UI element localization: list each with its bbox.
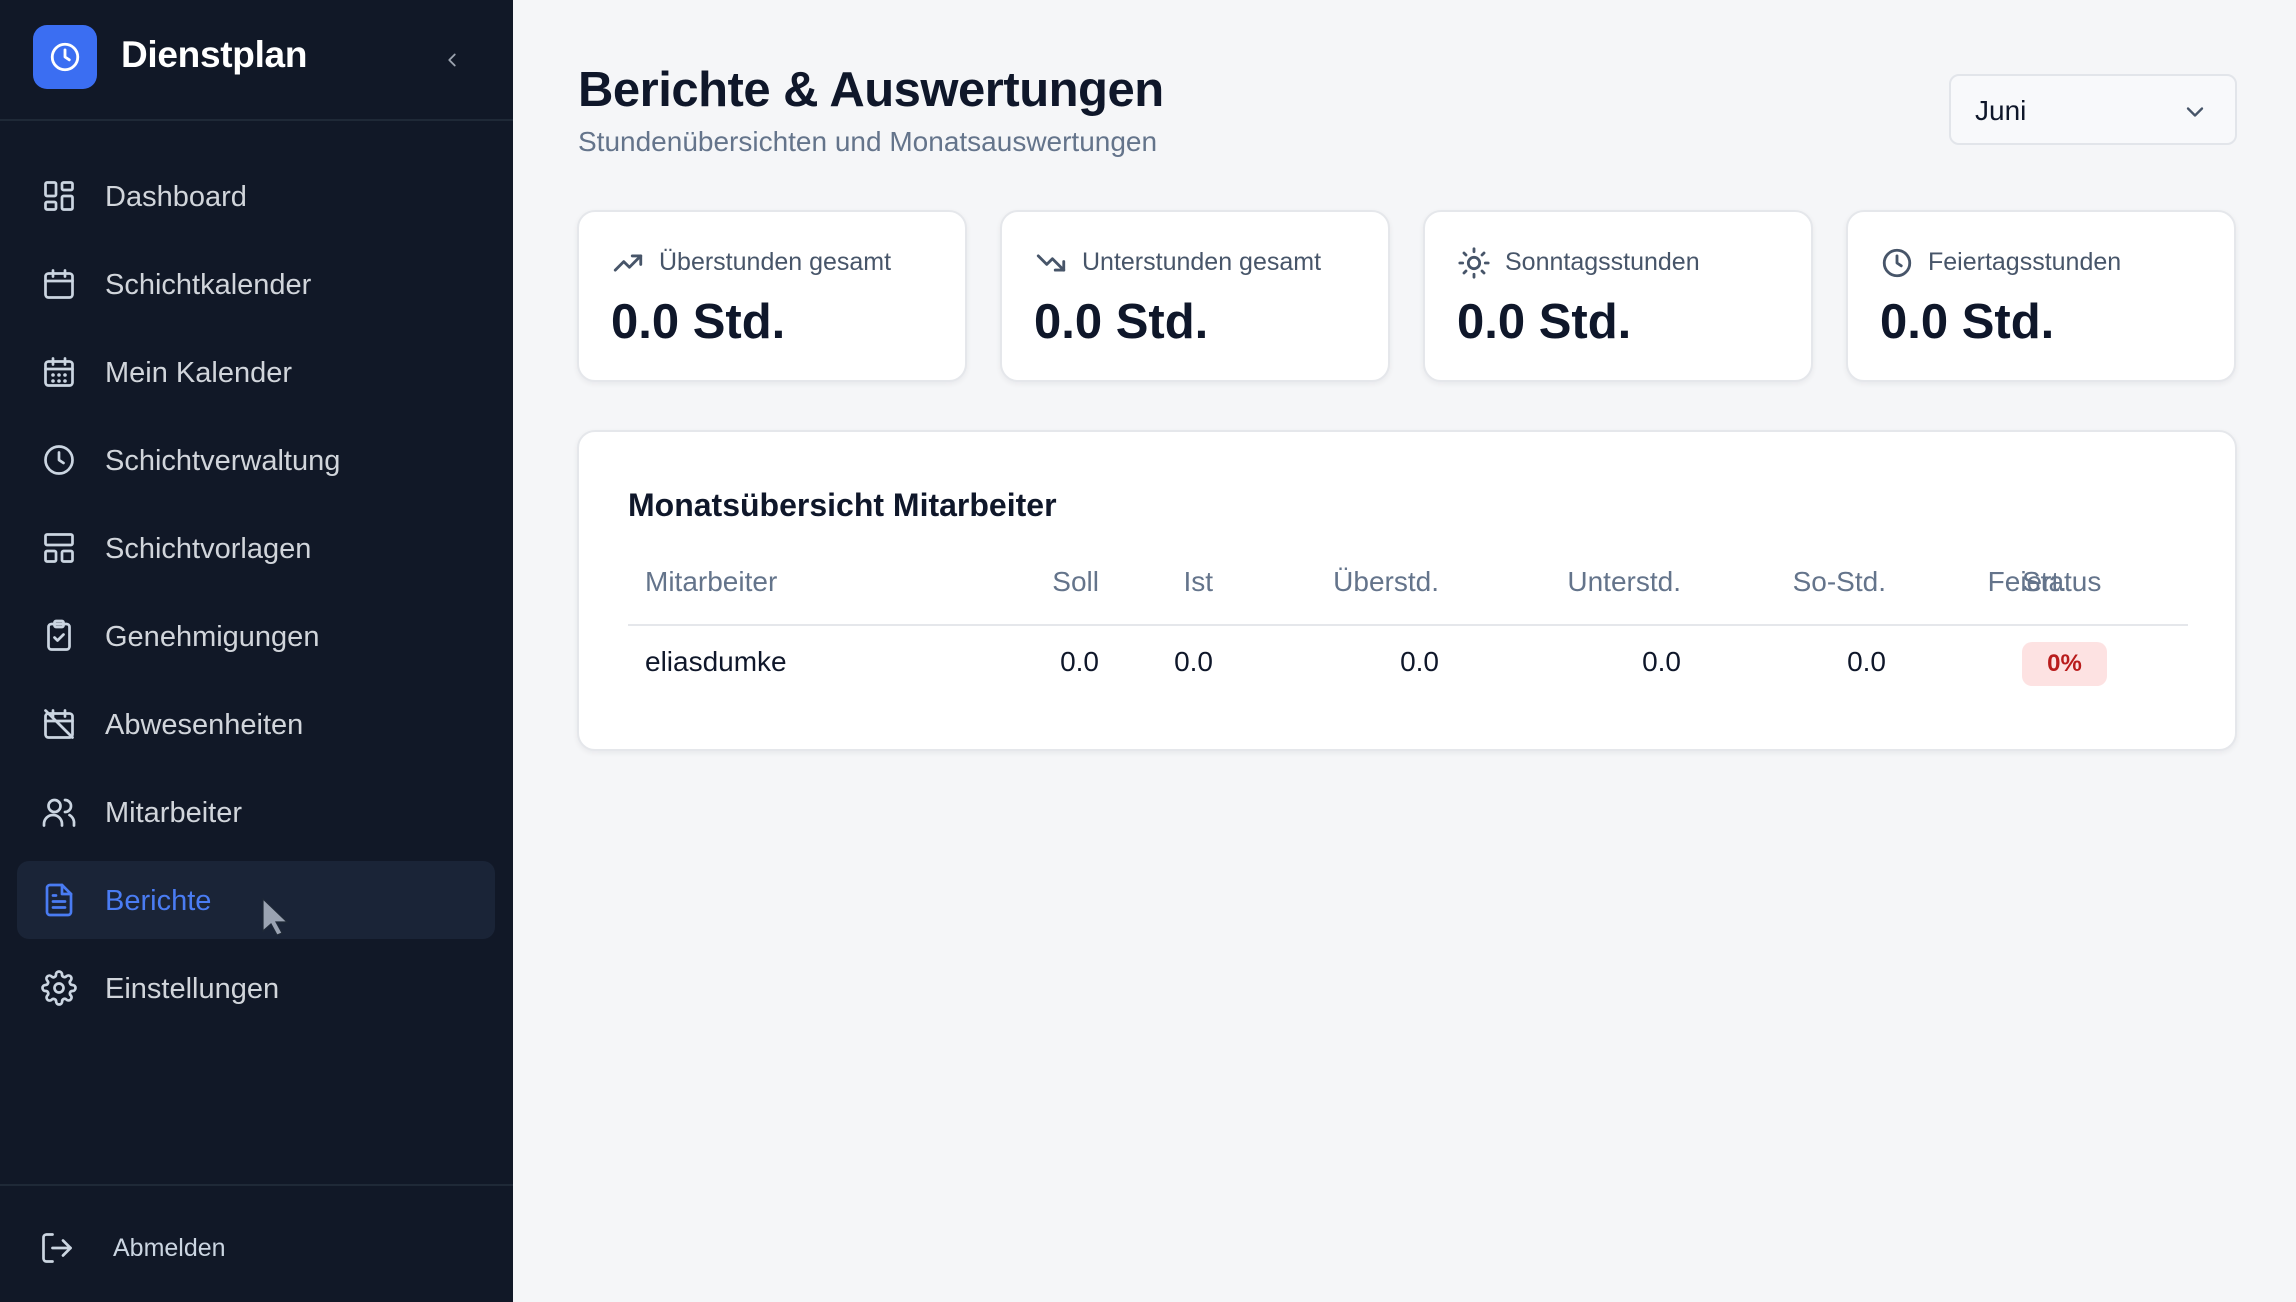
file-text-icon (45, 883, 73, 917)
logout-label: Abmelden (113, 1234, 226, 1262)
calendar-days-icon (44, 357, 74, 387)
sidebar-item-mein-kalender[interactable]: Mein Kalender (17, 333, 495, 411)
stat-value: 0.0 Std. (611, 295, 786, 349)
stat-value: 0.0 Std. (1880, 295, 2055, 349)
sun-icon (1458, 247, 1490, 279)
stat-card-unterstunden: Unterstunden gesamt 0.0 Std. (1000, 210, 1390, 382)
sidebar-item-berichte[interactable]: Berichte (17, 861, 495, 939)
stat-card-ueberstunden: Überstunden gesamt 0.0 Std. (577, 210, 967, 382)
column-header-status: Status (2022, 566, 2102, 597)
sidebar-item-label: Schichtvorlagen (105, 533, 312, 565)
stat-card-feiertagsstunden: Feiertagsstunden 0.0 Std. (1846, 210, 2236, 382)
stat-value: 0.0 Std. (1457, 295, 1632, 349)
monthly-overview-card: Monatsübersicht Mitarbeiter Mitarbeiter … (577, 430, 2237, 751)
collapse-sidebar-button[interactable] (432, 40, 472, 80)
month-select[interactable]: Juni (1949, 74, 2237, 145)
sidebar-item-abwesenheiten[interactable]: Abwesenheiten (17, 685, 495, 763)
column-header-soll: Soll (1052, 566, 1099, 597)
sidebar-header: Dienstplan (0, 0, 513, 121)
trending-up-icon (613, 254, 643, 272)
sidebar-item-label: Schichtkalender (105, 269, 312, 301)
chevron-left-icon (448, 53, 456, 67)
stat-card-sonntagsstunden: Sonntagsstunden 0.0 Std. (1423, 210, 1813, 382)
sidebar-item-label: Schichtverwaltung (105, 445, 341, 477)
mouse-pointer-icon (262, 897, 289, 936)
chevron-down-icon (2186, 107, 2204, 117)
stat-label: Überstunden gesamt (659, 248, 892, 276)
column-header-unterstd: Unterstd. (1567, 566, 1681, 597)
clipboard-check-icon (47, 619, 71, 651)
clock-logo-icon (50, 42, 80, 72)
calendar-off-icon (44, 709, 74, 739)
calendar-icon (44, 269, 74, 299)
month-select-value: Juni (1975, 95, 2027, 126)
cell-ueberstd: 0.0 (1400, 646, 1439, 677)
clock-icon (1882, 248, 1912, 278)
sidebar-item-label: Dashboard (105, 181, 247, 213)
trending-down-icon (1036, 254, 1066, 272)
table-title: Monatsübersicht Mitarbeiter (628, 487, 1057, 523)
stat-value: 0.0 Std. (1034, 295, 1209, 349)
sidebar-item-einstellungen[interactable]: Einstellungen (17, 949, 495, 1027)
sidebar-item-label: Berichte (105, 885, 212, 917)
column-header-mitarbeiter: Mitarbeiter (645, 566, 778, 597)
cell-so-std: 0.0 (1847, 646, 1886, 677)
sidebar-item-label: Einstellungen (105, 973, 280, 1005)
page-subtitle: Stundenübersichten und Monatsauswertunge… (578, 126, 1158, 157)
status-badge: 0% (2022, 642, 2107, 686)
app-logo (33, 25, 97, 89)
stat-label: Sonntagsstunden (1505, 248, 1700, 276)
sidebar-item-mitarbeiter[interactable]: Mitarbeiter (17, 773, 495, 851)
sidebar-item-label: Mein Kalender (105, 357, 292, 389)
logout-icon (42, 1233, 72, 1263)
stat-label: Unterstunden gesamt (1082, 248, 1322, 276)
stat-label: Feiertagsstunden (1928, 248, 2122, 276)
cell-ist: 0.0 (1174, 646, 1213, 677)
sidebar-item-schichtverwaltung[interactable]: Schichtverwaltung (17, 421, 495, 499)
sidebar-item-genehmigungen[interactable]: Genehmigungen (17, 597, 495, 675)
sidebar-item-schichtvorlagen[interactable]: Schichtvorlagen (17, 509, 495, 587)
sidebar-item-schichtkalender[interactable]: Schichtkalender (17, 245, 495, 323)
column-header-ueberstd: Überstd. (1333, 566, 1439, 597)
dashboard-icon (44, 181, 74, 211)
page-title: Berichte & Auswertungen (578, 63, 1164, 117)
clock-icon (44, 445, 74, 475)
app-title: Dienstplan (121, 34, 308, 75)
sidebar-footer: Abmelden (0, 1184, 513, 1302)
sidebar-item-label: Abwesenheiten (105, 709, 304, 741)
users-icon (42, 798, 76, 827)
table-header-divider (628, 624, 2188, 626)
logout-button[interactable]: Abmelden (17, 1220, 495, 1276)
column-header-so-std: So-Std. (1792, 566, 1886, 597)
cell-soll: 0.0 (1060, 646, 1099, 677)
column-header-ist: Ist (1183, 566, 1213, 597)
sidebar-item-label: Mitarbeiter (105, 797, 242, 829)
sidebar-item-label: Genehmigungen (105, 621, 320, 653)
sidebar: Dienstplan Dashboard Schichtkalender Mei… (0, 0, 513, 1302)
sidebar-item-dashboard[interactable]: Dashboard (17, 157, 495, 235)
gear-icon (41, 970, 77, 1006)
cell-mitarbeiter: eliasdumke (645, 646, 787, 677)
template-icon (44, 533, 74, 563)
cell-unterstd: 0.0 (1642, 646, 1681, 677)
